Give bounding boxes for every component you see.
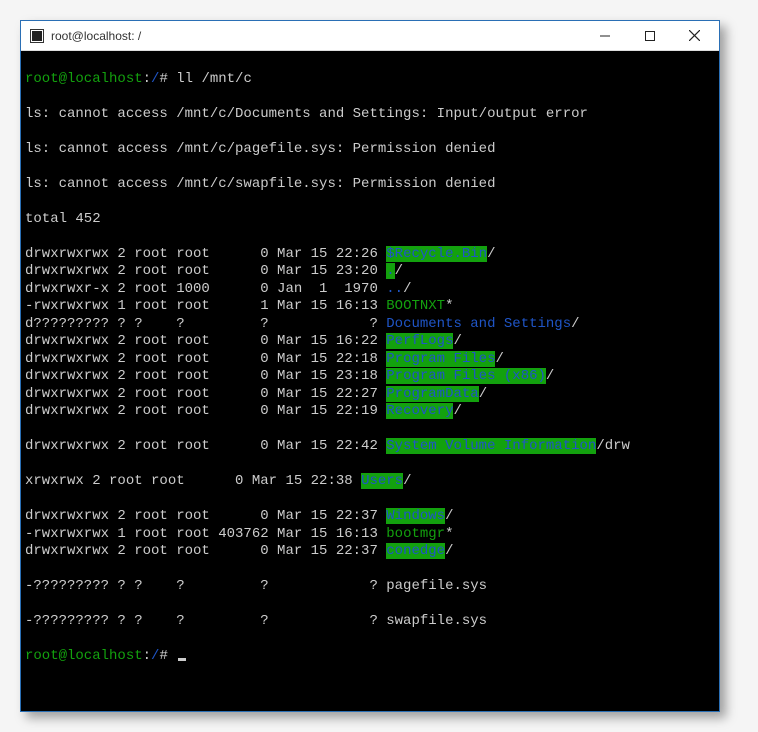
minimize-button[interactable] xyxy=(582,21,627,50)
ls-filename: ProgramData xyxy=(386,386,478,402)
close-button[interactable] xyxy=(672,21,717,50)
ls-filename: PerfLogs xyxy=(386,333,453,349)
ls-suffix: / xyxy=(453,403,461,419)
ls-filename: . xyxy=(386,263,394,279)
ls-row: drwxrwxrwx 2 root root 0 Mar 15 22:26 $R… xyxy=(25,246,715,264)
terminal-window: root@localhost: / root@localhost:/# ll /… xyxy=(20,20,720,712)
ls-row: d????????? ? ? ? ? ? Documents and Setti… xyxy=(25,316,715,334)
ls-filename: Recovery xyxy=(386,403,453,419)
ls-row: drwxrwxrwx 2 root root 0 Mar 15 23:20 ./ xyxy=(25,263,715,281)
prompt-line: root@localhost:/# xyxy=(25,648,715,666)
ls-row: drwxrwxrwx 2 root root 0 Mar 15 22:37 Wi… xyxy=(25,508,715,526)
ls-perms: drwxrwxrwx 2 root root 0 Mar 15 22:27 xyxy=(25,386,386,402)
ls-filename: BOOTNXT xyxy=(386,298,445,314)
ls-suffix: / xyxy=(487,246,495,262)
maximize-button[interactable] xyxy=(627,21,672,50)
ls-row: -????????? ? ? ? ? ? pagefile.sys xyxy=(25,578,715,596)
ls-perms: drwxrwxrwx 2 root root 0 Mar 15 23:20 xyxy=(25,263,386,279)
ls-row: -????????? ? ? ? ? ? swapfile.sys xyxy=(25,613,715,631)
ls-suffix: / xyxy=(445,508,453,524)
ls-suffix: / xyxy=(445,543,453,559)
ls-row: drwxrwxrwx 2 root root 0 Mar 15 22:42 Sy… xyxy=(25,438,715,456)
error-line: ls: cannot access /mnt/c/pagefile.sys: P… xyxy=(25,141,715,159)
ls-row-wrap: xrwxrwx 2 root root 0 Mar 15 22:38 Users… xyxy=(25,473,715,491)
ls-filename: .. xyxy=(386,281,403,297)
ls-perms: drwxrwxrwx 2 root root 0 Mar 15 16:22 xyxy=(25,333,386,349)
ls-suffix: / xyxy=(495,351,503,367)
ls-suffix: / xyxy=(546,368,554,384)
error-line: ls: cannot access /mnt/c/swapfile.sys: P… xyxy=(25,176,715,194)
ls-suffix: / xyxy=(403,281,411,297)
ls-row: -rwxrwxrwx 1 root root 403762 Mar 15 16:… xyxy=(25,526,715,544)
ls-row: drwxrwxrwx 2 root root 0 Mar 15 22:27 Pr… xyxy=(25,386,715,404)
total-line: total 452 xyxy=(25,211,715,229)
titlebar[interactable]: root@localhost: / xyxy=(21,21,719,51)
error-line: ls: cannot access /mnt/c/Documents and S… xyxy=(25,106,715,124)
ls-filename: Program Files xyxy=(386,351,495,367)
ls-filename: Documents and Settings xyxy=(386,316,571,332)
ls-row: drwxrwxrwx 2 root root 0 Mar 15 22:19 Re… xyxy=(25,403,715,421)
ls-filename: Program Files (x86) xyxy=(386,368,546,384)
ls-row: drwxrwxrwx 2 root root 0 Mar 15 22:37 co… xyxy=(25,543,715,561)
ls-row: -rwxrwxrwx 1 root root 1 Mar 15 16:13 BO… xyxy=(25,298,715,316)
prompt-line: root@localhost:/# ll /mnt/c xyxy=(25,71,715,89)
cursor xyxy=(178,658,186,661)
ls-suffix: / xyxy=(453,333,461,349)
ls-filename: conedge xyxy=(386,543,445,559)
ls-perms: drwxrwxrwx 2 root root 0 Mar 15 22:19 xyxy=(25,403,386,419)
window-title: root@localhost: / xyxy=(51,29,582,43)
app-icon xyxy=(29,28,45,44)
ls-perms: -rwxrwxrwx 1 root root 403762 Mar 15 16:… xyxy=(25,526,386,542)
ls-row: drwxrwxr-x 2 root 1000 0 Jan 1 1970 ../ xyxy=(25,281,715,299)
ls-filename: $Recycle.Bin xyxy=(386,246,487,262)
ls-row: drwxrwxrwx 2 root root 0 Mar 15 16:22 Pe… xyxy=(25,333,715,351)
ls-perms: drwxrwxrwx 2 root root 0 Mar 15 22:18 xyxy=(25,351,386,367)
ls-perms: d????????? ? ? ? ? ? xyxy=(25,316,386,332)
ls-filename: Windows xyxy=(386,508,445,524)
ls-perms: drwxrwxrwx 2 root root 0 Mar 15 22:37 xyxy=(25,543,386,559)
prompt-user: root@localhost xyxy=(25,71,143,87)
ls-suffix: / xyxy=(571,316,579,332)
ls-perms: drwxrwxrwx 2 root root 0 Mar 15 22:37 xyxy=(25,508,386,524)
terminal-body[interactable]: root@localhost:/# ll /mnt/c ls: cannot a… xyxy=(21,51,719,711)
ls-perms: drwxrwxr-x 2 root 1000 0 Jan 1 1970 xyxy=(25,281,386,297)
ls-perms: drwxrwxrwx 2 root root 0 Mar 15 23:18 xyxy=(25,368,386,384)
ls-perms: drwxrwxrwx 2 root root 0 Mar 15 22:26 xyxy=(25,246,386,262)
ls-suffix: / xyxy=(479,386,487,402)
ls-row: drwxrwxrwx 2 root root 0 Mar 15 22:18 Pr… xyxy=(25,351,715,369)
ls-suffix: / xyxy=(395,263,403,279)
ls-suffix: * xyxy=(445,298,453,314)
ls-filename: bootmgr xyxy=(386,526,445,542)
ls-perms: -rwxrwxrwx 1 root root 1 Mar 15 16:13 xyxy=(25,298,386,314)
ls-suffix: * xyxy=(445,526,453,542)
command: ll /mnt/c xyxy=(176,71,252,87)
ls-row: drwxrwxrwx 2 root root 0 Mar 15 23:18 Pr… xyxy=(25,368,715,386)
